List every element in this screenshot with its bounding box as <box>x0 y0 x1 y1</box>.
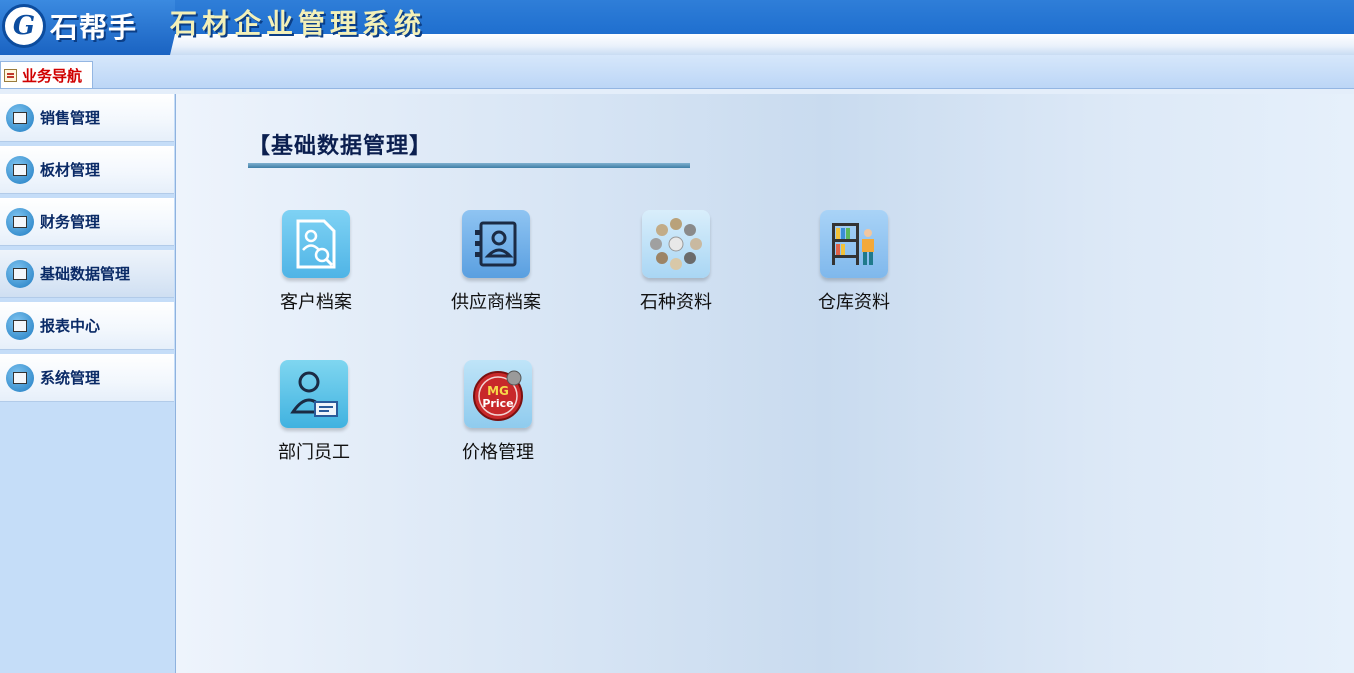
slab-icon <box>6 155 34 184</box>
brand-name: 石帮手 <box>50 11 138 44</box>
tile-customer-file[interactable]: 客户档案 <box>241 210 391 320</box>
tile-department-staff[interactable]: 部门员工 <box>239 360 389 470</box>
sidebar-item-label: 基础数据管理 <box>40 265 131 283</box>
logo-icon: G <box>2 4 46 48</box>
tile-supplier-file[interactable]: 供应商档案 <box>421 210 571 320</box>
section-title: 【基础数据管理】 <box>248 133 433 159</box>
tile-price-management[interactable]: MG Price 价格管理 <box>423 360 573 470</box>
supplier-file-icon <box>462 210 530 278</box>
tile-label: 客户档案 <box>280 292 352 313</box>
sidebar-item-label: 报表中心 <box>40 317 101 335</box>
sidebar-item-label: 销售管理 <box>40 109 101 127</box>
sidebar-item-label: 财务管理 <box>40 213 101 231</box>
tile-label: 仓库资料 <box>818 292 890 313</box>
sidebar-item-label: 系统管理 <box>40 369 101 387</box>
tile-stone-type[interactable]: 石种资料 <box>601 210 751 320</box>
sidebar-item-label: 板材管理 <box>40 161 101 179</box>
sidebar-item-system[interactable]: 系统管理 <box>0 354 174 402</box>
customer-file-icon <box>282 210 350 278</box>
title-divider <box>248 163 690 168</box>
document-icon <box>4 68 17 82</box>
app-header: G 石帮手 石材企业管理系统 <box>0 0 1354 55</box>
tab-business-navigation[interactable]: 业务导航 <box>0 61 93 88</box>
svg-text:MG: MG <box>487 384 509 398</box>
sales-icon <box>6 103 34 132</box>
sidebar-item-slab[interactable]: 板材管理 <box>0 146 174 194</box>
warehouse-icon <box>820 210 888 278</box>
employee-icon <box>280 360 348 428</box>
base-data-icon <box>6 259 34 288</box>
tile-label: 供应商档案 <box>451 292 541 313</box>
tile-label: 价格管理 <box>462 442 534 463</box>
tab-strip: 业务导航 <box>0 55 1354 89</box>
sidebar-item-base-data[interactable]: 基础数据管理 <box>0 250 174 298</box>
system-icon <box>6 363 34 392</box>
price-icon: MG Price <box>464 360 532 428</box>
sidebar-item-finance[interactable]: 财务管理 <box>0 198 174 246</box>
tile-label: 部门员工 <box>278 442 350 463</box>
tile-warehouse[interactable]: 仓库资料 <box>779 210 929 320</box>
tab-label: 业务导航 <box>22 66 83 85</box>
sidebar-item-report[interactable]: 报表中心 <box>0 302 174 350</box>
main-panel: 【基础数据管理】 客户档案 供应商档案 石种资料 仓库资料 部门员工 MG Pr… <box>176 94 1354 673</box>
stone-type-icon <box>642 210 710 278</box>
svg-text:Price: Price <box>482 397 513 410</box>
sidebar-item-sales[interactable]: 销售管理 <box>0 94 174 142</box>
system-title: 石材企业管理系统 <box>170 9 426 40</box>
report-icon <box>6 311 34 340</box>
finance-icon <box>6 207 34 236</box>
tile-label: 石种资料 <box>640 292 712 313</box>
sidebar: 销售管理 板材管理 财务管理 基础数据管理 报表中心 系统管理 <box>0 94 176 673</box>
